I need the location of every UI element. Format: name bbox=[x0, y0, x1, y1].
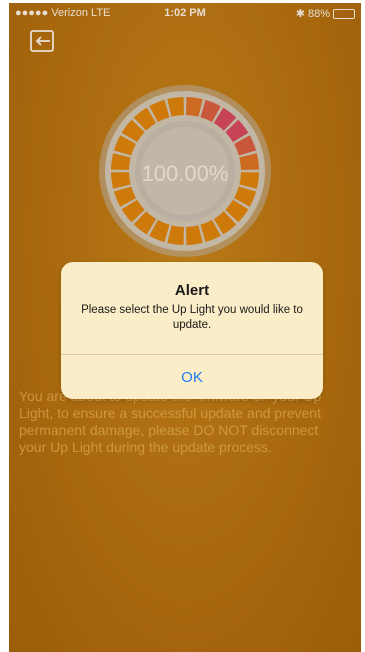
app-screen: ●●●●● Verizon LTE 1:02 PM ✱ 88% 100.00% … bbox=[9, 3, 361, 652]
alert-title: Alert bbox=[174, 282, 210, 299]
alert-dialog: Alert Please select the Up Light you wou… bbox=[61, 262, 323, 399]
alert-message: Please select the Up Light you would lik… bbox=[81, 304, 303, 331]
ok-button[interactable]: OK bbox=[61, 355, 323, 399]
